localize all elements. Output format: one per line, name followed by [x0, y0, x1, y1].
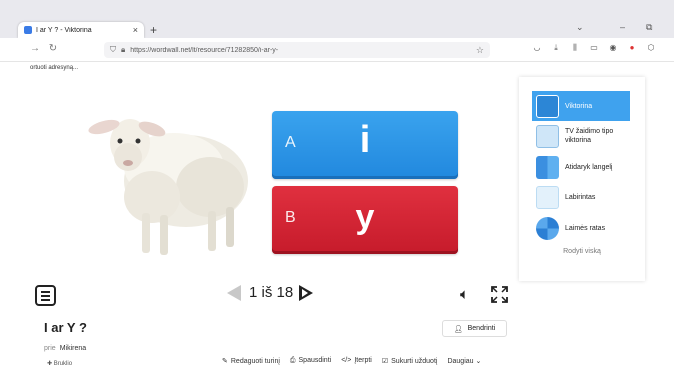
- create-assignment-label: Sukurti užduotį: [391, 358, 438, 365]
- sound-icon[interactable]: 🔈︎: [460, 286, 469, 303]
- embed-icon: </>: [341, 357, 352, 364]
- embed-label: Įterpti: [354, 357, 372, 364]
- print-link[interactable]: ⎙ Spausdinti: [290, 357, 331, 365]
- account-icon[interactable]: ◉: [608, 43, 618, 53]
- show-all-link[interactable]: Rodyti viską: [519, 248, 645, 255]
- fullscreen-icon[interactable]: [491, 286, 508, 303]
- tab-list-chevron-icon[interactable]: ⌄: [576, 22, 584, 33]
- template-label: Laimės ratas: [565, 224, 606, 232]
- wheel-thumbnail-icon: [536, 216, 559, 240]
- game-menu-button[interactable]: [35, 285, 56, 306]
- tab-close-icon[interactable]: ×: [133, 25, 138, 35]
- tab-title: I ar Y ? - Viktorina: [36, 26, 92, 34]
- bookmark-star-icon[interactable]: ☆: [476, 45, 484, 56]
- browser-navbar: → ↻ ⛉ 🔒︎ https://wordwall.net/lt/resourc…: [0, 38, 674, 62]
- share-label: Bendrinti: [467, 325, 496, 332]
- activity-actions: ✎ Redaguoti turinį ⎙ Spausdinti </> Įterpti…: [222, 357, 481, 365]
- more-link[interactable]: ✚ Bruklio: [47, 360, 72, 367]
- template-switcher-panel: Viktorina TV žaidimo tipo viktorina Atid…: [519, 77, 645, 281]
- more-label: Daugiau ⌄: [447, 358, 482, 365]
- edit-content-label: Redaguoti turinį: [230, 358, 280, 365]
- template-label: Atidaryk langelį: [565, 163, 613, 171]
- template-item-viktorina[interactable]: Viktorina: [532, 91, 630, 121]
- menu-line: [41, 291, 50, 293]
- wordwall-favicon-icon: [24, 26, 32, 34]
- forward-icon[interactable]: →: [28, 43, 42, 54]
- template-label: Labirintas: [565, 193, 596, 201]
- browser-tab-bar: I ar Y ? - Viktorina × + ⌄ ‒ ⧉: [0, 0, 674, 38]
- question-pager: 1 iš 18: [227, 284, 314, 301]
- url-bar[interactable]: ⛉ 🔒︎ https://wordwall.net/lt/resource/71…: [104, 42, 490, 58]
- new-tab-button[interactable]: +: [150, 23, 157, 37]
- embed-link[interactable]: </> Įterpti: [341, 357, 372, 365]
- share-button[interactable]: 👤︎ Bendrinti: [442, 320, 507, 337]
- more-dropdown[interactable]: Daugiau ⌄: [447, 357, 481, 365]
- template-item-wheel[interactable]: Laimės ratas: [532, 213, 630, 243]
- download-icon[interactable]: ⤓: [551, 43, 561, 53]
- template-item-maze[interactable]: Labirintas: [532, 182, 630, 212]
- sidebar-icon[interactable]: ▭: [589, 43, 599, 53]
- previous-arrow-icon[interactable]: [227, 284, 241, 301]
- print-label: Spausdinti: [298, 357, 332, 364]
- open-box-thumbnail-icon: [536, 155, 559, 179]
- bookmark-item[interactable]: ortuoti adresyną...: [30, 65, 78, 71]
- lock-icon: 🔒︎: [121, 45, 126, 54]
- author-prefix: prie: [44, 345, 56, 352]
- toolbar-icons: ◡ ⤓ ⫼ ▭ ◉ ● ⬡: [532, 43, 656, 53]
- activity-title: I ar Y ?: [44, 320, 87, 335]
- checkbox-icon: ☑: [381, 358, 389, 365]
- menu-line: [41, 295, 50, 297]
- answer-b-button[interactable]: B y: [272, 186, 458, 254]
- share-user-icon: 👤︎: [453, 325, 463, 333]
- answer-b-text: y: [355, 198, 375, 236]
- menu-line: [41, 299, 50, 301]
- edit-content-link[interactable]: ✎ Redaguoti turinį: [222, 357, 280, 365]
- extension-icon[interactable]: ●: [627, 43, 637, 53]
- pocket-icon[interactable]: ◡: [532, 43, 542, 53]
- answer-a-text: i: [359, 119, 371, 161]
- minimize-icon[interactable]: ‒: [620, 22, 625, 32]
- reload-icon[interactable]: ↻: [46, 43, 60, 54]
- restore-icon[interactable]: ⧉: [646, 22, 652, 33]
- print-icon: ⎙: [289, 357, 296, 364]
- extensions-puzzle-icon[interactable]: ⬡: [646, 43, 656, 53]
- template-item-open-box[interactable]: Atidaryk langelį: [532, 152, 630, 182]
- template-label: Viktorina: [565, 102, 593, 110]
- page-indicator: 1 iš 18: [249, 284, 294, 301]
- bookmarks-bar: ortuoti adresyną...: [0, 62, 674, 77]
- author-line: prie Mikirena: [44, 345, 86, 352]
- maze-thumbnail-icon: [536, 185, 559, 209]
- browser-tab[interactable]: I ar Y ? - Viktorina ×: [18, 22, 144, 38]
- create-assignment-link[interactable]: ☑ Sukurti užduotį: [382, 357, 438, 365]
- quiz-thumbnail-icon: [536, 94, 559, 118]
- shield-icon: ⛉: [110, 45, 116, 54]
- author-name[interactable]: Mikirena: [60, 345, 86, 352]
- template-item-tv-quiz[interactable]: TV žaidimo tipo viktorina: [532, 121, 630, 151]
- next-arrow-icon[interactable]: [299, 284, 314, 301]
- url-text: https://wordwall.net/lt/resource/7128285…: [130, 46, 279, 54]
- library-icon[interactable]: ⫼: [570, 43, 580, 53]
- sheep-image: [88, 119, 248, 255]
- answer-a-button[interactable]: A i: [272, 111, 458, 179]
- pencil-icon: ✎: [222, 358, 228, 365]
- template-label: TV žaidimo tipo viktorina: [565, 128, 614, 144]
- tv-quiz-thumbnail-icon: [536, 124, 559, 148]
